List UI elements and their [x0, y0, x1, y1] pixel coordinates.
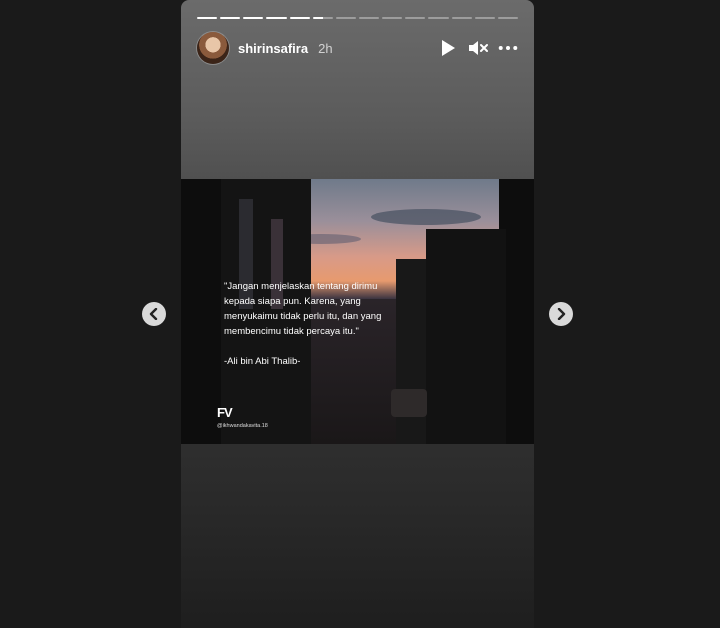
- progress-segment: [428, 17, 449, 19]
- muted-speaker-icon[interactable]: [468, 38, 488, 58]
- avatar[interactable]: [197, 32, 229, 64]
- building-right: [426, 229, 506, 444]
- progress-segment: [405, 17, 426, 19]
- quote-author: -Ali bin Abi Thalib-: [224, 356, 301, 367]
- progress-segment: [243, 17, 264, 19]
- progress-segment: [197, 17, 218, 19]
- chevron-right-icon: [557, 308, 566, 320]
- progress-segment: [451, 17, 472, 19]
- progress-segment: [220, 17, 241, 19]
- chevron-left-icon: [149, 308, 158, 320]
- progress-segment: [312, 17, 333, 19]
- more-options-icon[interactable]: [498, 38, 518, 58]
- progress-segment: [266, 17, 287, 19]
- quote-text: "Jangan menjelaskan tentang dirimu kepad…: [224, 281, 382, 337]
- progress-segment: [474, 17, 495, 19]
- progress-segment: [358, 17, 380, 19]
- play-icon[interactable]: [438, 38, 458, 58]
- progress-segment: [289, 17, 310, 19]
- story-image: "Jangan menjelaskan tentang dirimu kepad…: [181, 179, 534, 444]
- username[interactable]: shirinsafira: [238, 41, 308, 56]
- story-controls: [438, 38, 518, 58]
- previous-story-button[interactable]: [142, 302, 166, 326]
- next-story-button[interactable]: [549, 302, 573, 326]
- story-header: shirinsafira 2h: [197, 32, 518, 64]
- watermark-logo: FV: [217, 405, 233, 420]
- story-progress-bar: [197, 17, 518, 19]
- progress-segment: [335, 17, 356, 19]
- watermark-handle: @ikhwandakavita.18: [217, 423, 268, 429]
- story-viewer: shirinsafira 2h "Jangan menjelaskan tent…: [181, 0, 534, 628]
- timestamp: 2h: [318, 40, 333, 56]
- progress-segment: [382, 17, 403, 19]
- progress-segment: [497, 17, 518, 19]
